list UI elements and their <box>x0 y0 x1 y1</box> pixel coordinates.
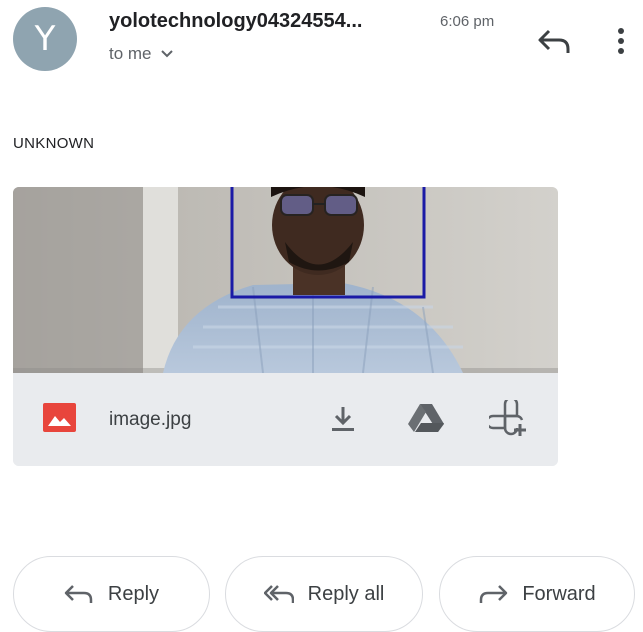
message-body: UNKNOWN <box>13 135 95 152</box>
message-time: 6:06 pm <box>440 13 495 30</box>
reply-label: Reply <box>107 582 160 605</box>
image-file-icon <box>43 403 76 432</box>
reply-all-button[interactable]: Reply all <box>225 556 423 632</box>
recipient-label: to me <box>109 44 152 63</box>
attachment-card[interactable]: image.jpg <box>13 187 558 466</box>
forward-button[interactable]: Forward <box>439 556 635 632</box>
reply-icon[interactable] <box>537 27 571 55</box>
attachment-bar <box>13 373 558 466</box>
reply-icon <box>64 585 93 603</box>
reply-all-icon <box>263 585 294 603</box>
reply-button[interactable]: Reply <box>13 556 210 632</box>
drive-icon[interactable] <box>407 403 445 433</box>
download-icon[interactable] <box>330 405 356 433</box>
forward-label: Forward <box>522 582 596 605</box>
reply-all-label: Reply all <box>307 582 385 605</box>
sender-avatar[interactable]: Y <box>13 7 77 71</box>
more-vert-icon[interactable] <box>615 26 627 56</box>
chevron-down-icon <box>160 50 173 58</box>
add-to-photos-icon[interactable] <box>489 400 529 438</box>
sender-name[interactable]: yolotechnology04324554... <box>109 10 362 33</box>
attachment-preview-image[interactable] <box>13 187 558 373</box>
recipient-toggle[interactable]: to me <box>109 44 174 64</box>
forward-icon <box>480 585 508 603</box>
attachment-filename[interactable]: image.jpg <box>109 409 191 431</box>
